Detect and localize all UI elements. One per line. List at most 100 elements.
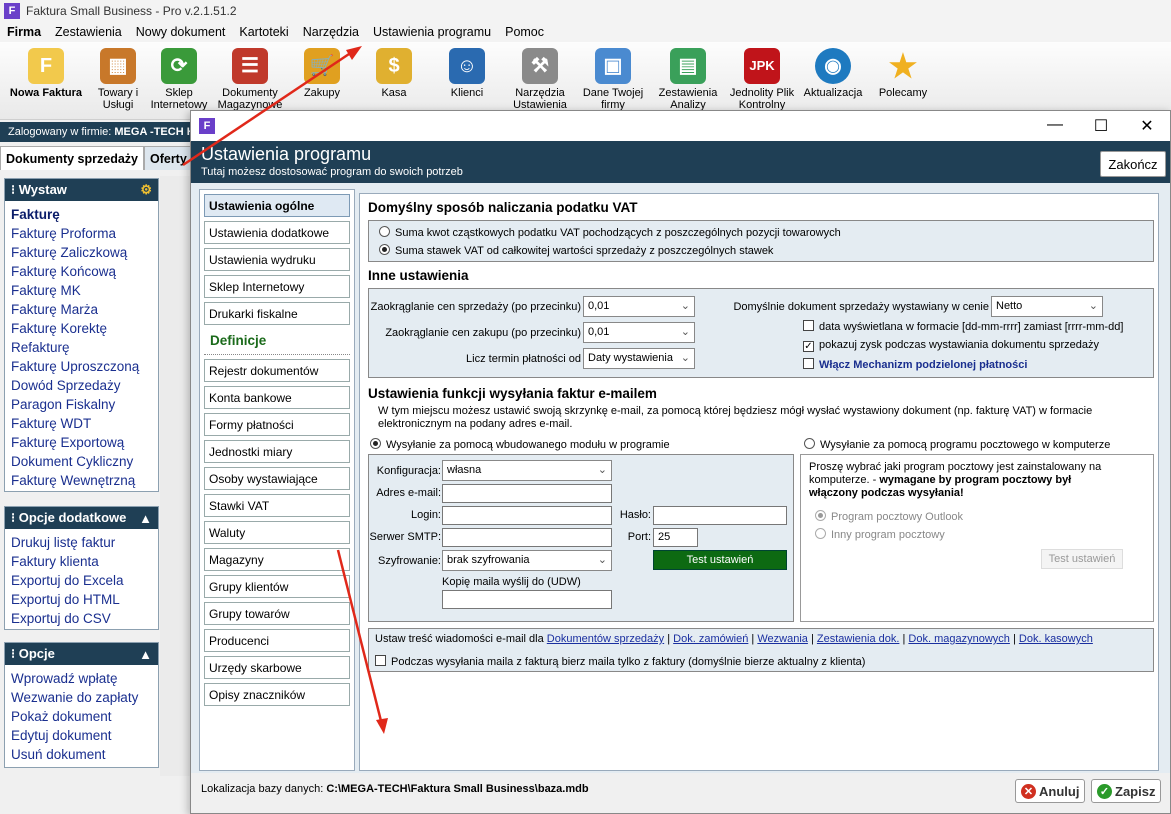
wystaw-item[interactable]: Dokument Cykliczny	[11, 452, 152, 471]
toolbar-klienci[interactable]: ☺ Klienci	[430, 42, 504, 116]
nav-item[interactable]: Waluty	[204, 521, 350, 544]
nav-item[interactable]: Rejestr dokumentów	[204, 359, 350, 382]
menu-narzedzia[interactable]: Narzędzia	[296, 25, 366, 39]
vat-option-items[interactable]: Suma kwot cząstkowych podatku VAT pochod…	[379, 226, 841, 239]
opcje-item[interactable]: Pokaż dokument	[11, 707, 152, 726]
zakoncz-button[interactable]: Zakończ	[1100, 151, 1166, 177]
copy-input[interactable]	[442, 590, 612, 609]
toolbar-polecamy[interactable]: ★ Polecamy	[868, 42, 938, 116]
nav-item[interactable]: Ustawienia dodatkowe	[204, 221, 350, 244]
opcje-item[interactable]: Wezwanie do zapłaty	[11, 688, 152, 707]
smtp-input[interactable]	[442, 528, 612, 547]
nav-item[interactable]: Opisy znaczników	[204, 683, 350, 706]
opcje-item[interactable]: Usuń dokument	[11, 745, 152, 764]
opcje-dodatkowe-item[interactable]: Exportuj do Excela	[11, 571, 152, 590]
nav-item[interactable]: Urzędy skarbowe	[204, 656, 350, 679]
wystaw-item[interactable]: Fakturę Wewnętrzną	[11, 471, 152, 490]
toolbar-aktualizacja[interactable]: ◉ Aktualizacja	[798, 42, 868, 116]
toolbar-dokumenty-magazynowe[interactable]: ☰ Dokumenty Magazynowe	[214, 42, 286, 116]
nav-item[interactable]: Ustawienia wydruku	[204, 248, 350, 271]
nav-item[interactable]: Osoby wystawiające	[204, 467, 350, 490]
menu-ustawienia-programu[interactable]: Ustawienia programu	[366, 25, 498, 39]
menu-pomoc[interactable]: Pomoc	[498, 25, 551, 39]
round-sale-select[interactable]: 0,01 ⌄	[583, 296, 695, 317]
toolbar-dane-firmy[interactable]: ▣ Dane Twojej firmy	[576, 42, 650, 116]
term-select[interactable]: Daty wystawienia ⌄	[583, 348, 695, 369]
nav-item[interactable]: Sklep Internetowy	[204, 275, 350, 298]
toolbar-zestawienia[interactable]: ▤ Zestawienia Analizy	[650, 42, 726, 116]
wystaw-item[interactable]: Dowód Sprzedaży	[11, 376, 152, 395]
nav-item[interactable]: Formy płatności	[204, 413, 350, 436]
link-dok-magazynowych[interactable]: Dok. magazynowych	[908, 633, 1010, 645]
chk-split-payment[interactable]: Włącz Mechanizm podzielonej płatności	[803, 358, 1027, 371]
link-dok-zamowien[interactable]: Dok. zamówień	[673, 633, 748, 645]
chk-show-profit[interactable]: ✓ pokazuj zysk podczas wystawiania dokume…	[803, 339, 1099, 352]
toolbar-zakupy[interactable]: 🛒 Zakupy	[286, 42, 358, 116]
opcje-item[interactable]: Wprowadź wpłatę	[11, 669, 152, 688]
wystaw-item[interactable]: Refakturę	[11, 338, 152, 357]
tab-dokumenty-sprzedazy[interactable]: Dokumenty sprzedaży	[0, 146, 144, 170]
save-button[interactable]: ✓ Zapisz	[1091, 779, 1162, 803]
email-opt-client[interactable]: Wysyłanie za pomocą programu pocztowego …	[804, 438, 1110, 451]
nav-item[interactable]: Grupy towarów	[204, 602, 350, 625]
nav-item[interactable]: Producenci	[204, 629, 350, 652]
link-zestawienia-dok[interactable]: Zestawienia dok.	[817, 633, 900, 645]
opcje-dodatkowe-item[interactable]: Exportuj do CSV	[11, 609, 152, 628]
menu-firma[interactable]: Firma	[0, 25, 48, 39]
menu-zestawienia[interactable]: Zestawienia	[48, 25, 129, 39]
opcje-dodatkowe-item[interactable]: Exportuj do HTML	[11, 590, 152, 609]
nav-item[interactable]: Jednostki miary	[204, 440, 350, 463]
settings-icon[interactable]: ⚙	[140, 182, 152, 198]
nav-item[interactable]: Stawki VAT	[204, 494, 350, 517]
toolbar-sklep[interactable]: ⟳ Sklep Internetowy	[144, 42, 214, 116]
wystaw-item[interactable]: Paragon Fiskalny	[11, 395, 152, 414]
client-other-radio[interactable]: Inny program pocztowy	[815, 528, 945, 541]
maximize-icon[interactable]: ☐	[1078, 116, 1124, 136]
wystaw-item[interactable]: Fakturę Zaliczkową	[11, 243, 152, 262]
round-buy-select[interactable]: 0,01 ⌄	[583, 322, 695, 343]
nav-item[interactable]: Grupy klientów	[204, 575, 350, 598]
client-outlook-radio[interactable]: Program pocztowy Outlook	[815, 510, 963, 523]
wystaw-item[interactable]: Fakturę Uproszczoną	[11, 357, 152, 376]
minimize-icon[interactable]: —	[1032, 116, 1078, 136]
vat-option-rates[interactable]: Suma stawek VAT od całkowitej wartości s…	[379, 244, 773, 257]
wystaw-item[interactable]: Fakturę Końcową	[11, 262, 152, 281]
test-settings-button[interactable]: Test ustawień	[653, 550, 787, 570]
collapse-icon[interactable]: ▲	[139, 511, 152, 526]
chk-date-format[interactable]: data wyświetlana w formacie [dd-mm-rrrr]…	[803, 320, 1123, 333]
link-dokumenty-sprzedazy[interactable]: Dokumentów sprzedaży	[547, 633, 664, 645]
wystaw-item[interactable]: Fakturę Proforma	[11, 224, 152, 243]
encryption-select[interactable]: brak szyfrowania ⌄	[442, 550, 612, 571]
wystaw-item[interactable]: Fakturę WDT	[11, 414, 152, 433]
opcje-dodatkowe-item[interactable]: Faktury klienta	[11, 552, 152, 571]
toolbar-narzedzia[interactable]: ⚒ Narzędzia Ustawienia	[504, 42, 576, 116]
wystaw-item[interactable]: Fakturę MK	[11, 281, 152, 300]
port-input[interactable]: 25	[653, 528, 698, 547]
wystaw-item[interactable]: Fakturę	[11, 205, 152, 224]
toolbar-nowa-faktura[interactable]: F Nowa Faktura	[0, 42, 92, 116]
client-test-button[interactable]: Test ustawień	[1041, 549, 1123, 569]
password-input[interactable]	[653, 506, 787, 525]
toolbar-kasa[interactable]: $ Kasa	[358, 42, 430, 116]
default-doc-select[interactable]: Netto ⌄	[991, 296, 1103, 317]
cancel-button[interactable]: ✕ Anuluj	[1015, 779, 1086, 803]
collapse-icon[interactable]: ▲	[139, 647, 152, 662]
toolbar-jpk[interactable]: JPK Jednolity Plik Kontrolny	[726, 42, 798, 116]
opcje-item[interactable]: Edytuj dokument	[11, 726, 152, 745]
opcje-dodatkowe-item[interactable]: Drukuj listę faktur	[11, 533, 152, 552]
link-wezwania[interactable]: Wezwania	[757, 633, 808, 645]
nav-item[interactable]: Konta bankowe	[204, 386, 350, 409]
menu-kartoteki[interactable]: Kartoteki	[232, 25, 295, 39]
toolbar-towary[interactable]: ▦ Towary i Usługi	[92, 42, 144, 116]
chk-client-mail[interactable]: Podczas wysyłania maila z fakturą bierz …	[375, 655, 865, 668]
nav-item[interactable]: Magazyny	[204, 548, 350, 571]
nav-item[interactable]: Drukarki fiskalne	[204, 302, 350, 325]
link-dok-kasowych[interactable]: Dok. kasowych	[1019, 633, 1093, 645]
nav-item[interactable]: Ustawienia ogólne	[204, 194, 350, 217]
close-icon[interactable]: ✕	[1124, 116, 1170, 136]
menu-nowy-dokument[interactable]: Nowy dokument	[129, 25, 233, 39]
address-input[interactable]	[442, 484, 612, 503]
wystaw-item[interactable]: Fakturę Marża	[11, 300, 152, 319]
config-select[interactable]: własna ⌄	[442, 460, 612, 481]
email-opt-builtin[interactable]: Wysyłanie za pomocą wbudowanego modułu w…	[370, 438, 670, 451]
